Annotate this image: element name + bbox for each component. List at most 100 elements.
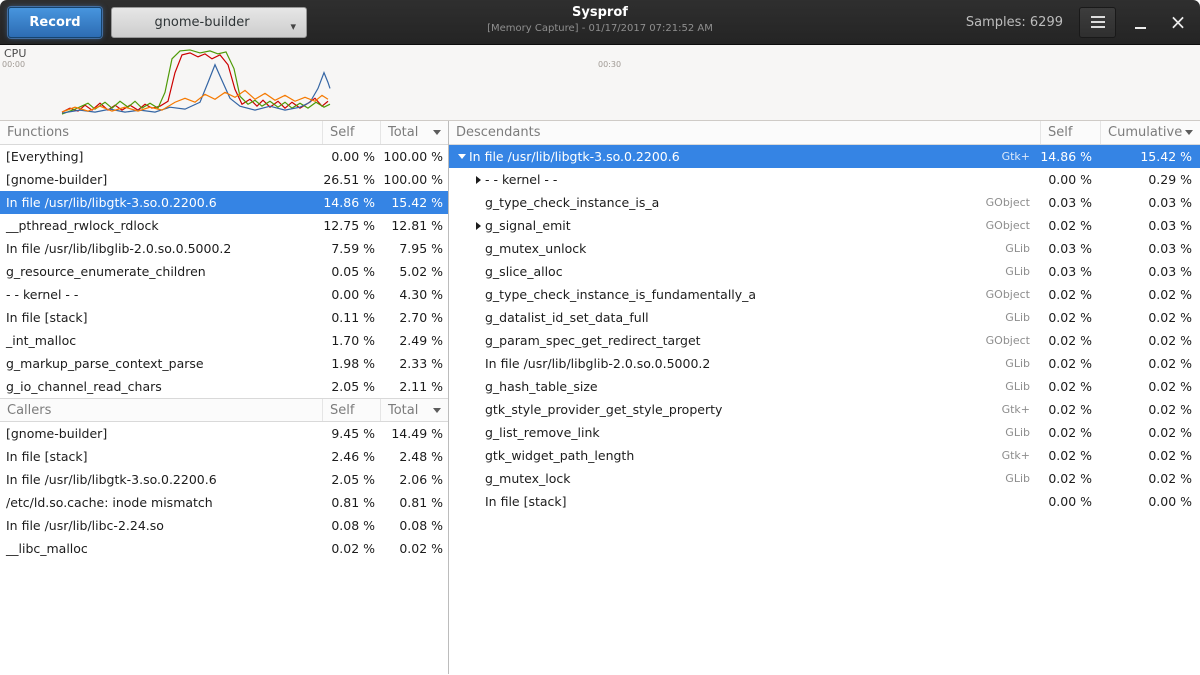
- table-row[interactable]: __libc_malloc0.02 %0.02 %: [0, 537, 448, 560]
- table-row[interactable]: - - kernel - -0.00 %4.30 %: [0, 283, 448, 306]
- total-percent: 2.49 %: [380, 333, 448, 348]
- table-row[interactable]: In file /usr/lib/libgtk-3.so.0.2200.6Gtk…: [449, 145, 1200, 168]
- total-percent: 2.11 %: [380, 379, 448, 394]
- self-percent: 0.11 %: [322, 310, 380, 325]
- table-row[interactable]: In file /usr/lib/libglib-2.0.so.0.5000.2…: [0, 237, 448, 260]
- total-percent: 0.29 %: [1100, 172, 1200, 187]
- total-percent: 0.02 %: [1100, 448, 1200, 463]
- cpu-timeline[interactable]: CPU 00:00 00:30: [0, 45, 1200, 121]
- functions-column-header[interactable]: Functions: [0, 121, 322, 144]
- table-row[interactable]: g_markup_parse_context_parse1.98 %2.33 %: [0, 352, 448, 375]
- self-percent: 0.02 %: [1040, 310, 1100, 325]
- total-percent: 0.03 %: [1100, 195, 1200, 210]
- symbol-name: g_io_channel_read_chars: [6, 379, 162, 394]
- table-row[interactable]: - - kernel - -0.00 %0.29 %: [449, 168, 1200, 191]
- row-name-cell: g_mutex_unlockGLib: [449, 241, 1040, 256]
- library-badge: GLib: [1005, 357, 1030, 370]
- table-row[interactable]: [gnome-builder]9.45 %14.49 %: [0, 422, 448, 445]
- descendants-self-column-header[interactable]: Self: [1040, 121, 1100, 144]
- table-row[interactable]: __pthread_rwlock_rdlock12.75 %12.81 %: [0, 214, 448, 237]
- symbol-name: gtk_widget_path_length: [485, 448, 634, 463]
- expand-arrow-icon[interactable]: [471, 176, 485, 184]
- row-name-cell: In file /usr/lib/libglib-2.0.so.0.5000.2: [0, 241, 322, 256]
- collapse-arrow-icon[interactable]: [455, 154, 469, 159]
- library-badge: GLib: [1005, 265, 1030, 278]
- row-name-cell: g_hash_table_sizeGLib: [449, 379, 1040, 394]
- cpu-series-orange: [62, 90, 328, 112]
- table-row[interactable]: g_mutex_unlockGLib0.03 %0.03 %: [449, 237, 1200, 260]
- table-row[interactable]: /etc/ld.so.cache: inode mismatch0.81 %0.…: [0, 491, 448, 514]
- descendants-cumulative-column-header[interactable]: Cumulative: [1100, 121, 1200, 144]
- table-row[interactable]: In file [stack]0.00 %0.00 %: [449, 490, 1200, 513]
- table-row[interactable]: g_param_spec_get_redirect_targetGObject0…: [449, 329, 1200, 352]
- table-row[interactable]: g_signal_emitGObject0.02 %0.03 %: [449, 214, 1200, 237]
- descendants-column-header[interactable]: Descendants: [449, 121, 1040, 144]
- table-row[interactable]: g_resource_enumerate_children0.05 %5.02 …: [0, 260, 448, 283]
- library-badge: GObject: [986, 288, 1030, 301]
- table-row[interactable]: gtk_style_provider_get_style_propertyGtk…: [449, 398, 1200, 421]
- table-row[interactable]: g_type_check_instance_is_aGObject0.03 %0…: [449, 191, 1200, 214]
- table-row[interactable]: In file /usr/lib/libglib-2.0.so.0.5000.2…: [449, 352, 1200, 375]
- table-row[interactable]: [Everything]0.00 %100.00 %: [0, 145, 448, 168]
- table-row[interactable]: _int_malloc1.70 %2.49 %: [0, 329, 448, 352]
- table-row[interactable]: g_io_channel_read_chars2.05 %2.11 %: [0, 375, 448, 398]
- row-name-cell: gtk_widget_path_lengthGtk+: [449, 448, 1040, 463]
- functions-total-column-label: Total: [388, 125, 418, 140]
- row-name-cell: - - kernel - -: [449, 172, 1040, 187]
- self-percent: 0.02 %: [1040, 356, 1100, 371]
- table-row[interactable]: g_mutex_lockGLib0.02 %0.02 %: [449, 467, 1200, 490]
- minimize-button[interactable]: [1126, 8, 1154, 36]
- self-percent: 9.45 %: [322, 426, 380, 441]
- table-row[interactable]: g_slice_allocGLib0.03 %0.03 %: [449, 260, 1200, 283]
- row-name-cell: In file /usr/lib/libgtk-3.so.0.2200.6: [0, 472, 322, 487]
- table-row[interactable]: g_list_remove_linkGLib0.02 %0.02 %: [449, 421, 1200, 444]
- table-row[interactable]: g_hash_table_sizeGLib0.02 %0.02 %: [449, 375, 1200, 398]
- functions-self-column-header[interactable]: Self: [322, 121, 380, 144]
- functions-total-column-header[interactable]: Total: [380, 121, 448, 144]
- functions-table-header: Functions Self Total: [0, 121, 448, 145]
- table-row[interactable]: In file /usr/lib/libc-2.24.so0.08 %0.08 …: [0, 514, 448, 537]
- total-percent: 100.00 %: [380, 149, 448, 164]
- table-row[interactable]: In file /usr/lib/libgtk-3.so.0.2200.614.…: [0, 191, 448, 214]
- self-percent: 0.00 %: [1040, 172, 1100, 187]
- symbol-name: g_type_check_instance_is_fundamentally_a: [485, 287, 756, 302]
- total-percent: 12.81 %: [380, 218, 448, 233]
- row-name-cell: In file /usr/lib/libc-2.24.so: [0, 518, 322, 533]
- self-percent: 1.70 %: [322, 333, 380, 348]
- library-badge: Gtk+: [1002, 150, 1030, 163]
- headerbar-left-group: Record gnome-builder ▾: [8, 7, 307, 38]
- total-percent: 2.48 %: [380, 449, 448, 464]
- expand-arrow-icon[interactable]: [471, 222, 485, 230]
- symbol-name: g_param_spec_get_redirect_target: [485, 333, 701, 348]
- hamburger-icon: [1091, 16, 1105, 28]
- row-name-cell: gtk_style_provider_get_style_propertyGtk…: [449, 402, 1040, 417]
- table-row[interactable]: In file [stack]2.46 %2.48 %: [0, 445, 448, 468]
- total-percent: 14.49 %: [380, 426, 448, 441]
- symbol-name: In file /usr/lib/libc-2.24.so: [6, 518, 164, 533]
- record-button[interactable]: Record: [8, 7, 102, 38]
- symbol-name: g_resource_enumerate_children: [6, 264, 206, 279]
- table-row[interactable]: In file [stack]0.11 %2.70 %: [0, 306, 448, 329]
- callers-total-column-header[interactable]: Total: [380, 399, 448, 421]
- process-selector[interactable]: gnome-builder ▾: [111, 7, 307, 38]
- symbol-name: g_datalist_id_set_data_full: [485, 310, 649, 325]
- symbol-name: [gnome-builder]: [6, 172, 107, 187]
- sort-indicator-icon: [1185, 130, 1193, 135]
- symbol-name: g_mutex_lock: [485, 471, 571, 486]
- symbol-name: g_signal_emit: [485, 218, 571, 233]
- callers-self-column-header[interactable]: Self: [322, 399, 380, 421]
- table-row[interactable]: [gnome-builder]26.51 %100.00 %: [0, 168, 448, 191]
- table-row[interactable]: In file /usr/lib/libgtk-3.so.0.2200.62.0…: [0, 468, 448, 491]
- table-row[interactable]: g_datalist_id_set_data_fullGLib0.02 %0.0…: [449, 306, 1200, 329]
- callers-column-header[interactable]: Callers: [0, 399, 322, 421]
- self-percent: 0.08 %: [322, 518, 380, 533]
- menu-button[interactable]: [1079, 7, 1116, 38]
- row-name-cell: g_slice_allocGLib: [449, 264, 1040, 279]
- close-button[interactable]: ×: [1164, 8, 1192, 36]
- self-percent: 0.02 %: [1040, 471, 1100, 486]
- total-percent: 0.03 %: [1100, 218, 1200, 233]
- total-percent: 15.42 %: [380, 195, 448, 210]
- table-row[interactable]: gtk_widget_path_lengthGtk+0.02 %0.02 %: [449, 444, 1200, 467]
- row-name-cell: [Everything]: [0, 149, 322, 164]
- table-row[interactable]: g_type_check_instance_is_fundamentally_a…: [449, 283, 1200, 306]
